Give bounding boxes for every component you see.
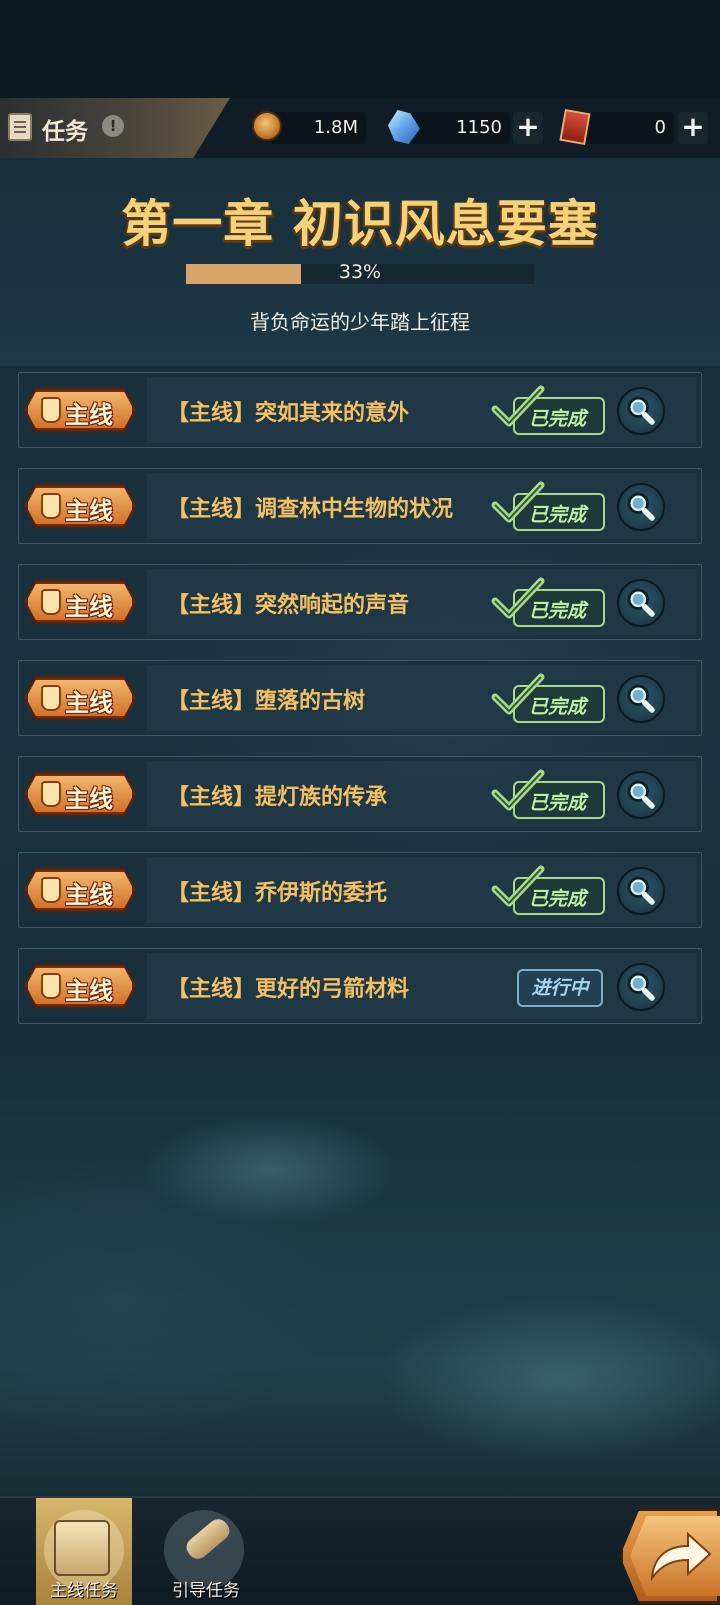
badge-label: 主线 xyxy=(65,593,113,621)
lantern-emblem-icon xyxy=(41,589,61,615)
crystal-counter: 1150 xyxy=(408,112,510,144)
search-icon xyxy=(627,876,655,905)
search-icon xyxy=(627,588,655,617)
lantern-emblem-icon xyxy=(41,877,61,903)
quest-name: 【主线】乔伊斯的委托 xyxy=(167,881,388,906)
status-label: 已完成 xyxy=(529,504,587,526)
status-in-progress: 进行中 xyxy=(517,969,603,1007)
quest-name: 【主线】调查林中生物的状况 xyxy=(167,497,454,522)
add-ticket-button[interactable]: + xyxy=(678,112,708,144)
status-label: 已完成 xyxy=(529,600,587,622)
search-button[interactable] xyxy=(617,387,665,435)
coin-icon xyxy=(252,111,282,141)
search-button[interactable] xyxy=(617,867,665,915)
badge-label: 主线 xyxy=(65,785,113,813)
status-completed: 已完成 xyxy=(491,385,607,435)
chapter-header: 第一章 初识风息要塞 33% 背负命运的少年踏上征程 xyxy=(0,158,720,366)
quest-row[interactable]: 主线 【主线】更好的弓箭材料 进行中 xyxy=(18,948,702,1024)
search-icon xyxy=(627,972,655,1001)
tab-label: 主线任务 xyxy=(50,1581,118,1601)
badge-label: 主线 xyxy=(65,689,113,717)
status-label: 已完成 xyxy=(529,792,587,814)
quest-row[interactable]: 主线 【主线】突如其来的意外 已完成 xyxy=(18,372,702,448)
quest-name: 【主线】堕落的古树 xyxy=(167,689,366,714)
lantern-emblem-icon xyxy=(41,685,61,711)
search-icon xyxy=(627,684,655,713)
lantern-emblem-icon xyxy=(41,973,61,999)
lantern-emblem-icon xyxy=(41,397,61,423)
search-icon xyxy=(627,492,655,521)
quest-name: 【主线】更好的弓箭材料 xyxy=(167,977,410,1002)
scroll-icon xyxy=(54,1520,110,1576)
badge-label: 主线 xyxy=(65,881,113,909)
badge-label: 主线 xyxy=(65,497,113,525)
ticket-counter: 0 xyxy=(580,112,674,144)
top-bar: 任务 ! 1.8M 1150 + 0 + xyxy=(0,98,720,158)
quest-name: 【主线】提灯族的传承 xyxy=(167,785,388,810)
tab-main-quests[interactable]: 主线任务 xyxy=(36,1498,132,1605)
coin-value: 1.8M xyxy=(313,117,358,138)
badge-label: 主线 xyxy=(65,401,113,429)
search-icon xyxy=(627,396,655,425)
search-button[interactable] xyxy=(617,483,665,531)
search-button[interactable] xyxy=(617,675,665,723)
chapter-title: 第一章 初识风息要塞 xyxy=(121,195,599,253)
status-completed: 已完成 xyxy=(491,769,607,819)
info-icon[interactable]: ! xyxy=(102,115,124,137)
search-button[interactable] xyxy=(617,579,665,627)
status-completed: 已完成 xyxy=(491,481,607,531)
bottom-tab-bar: 主线任务 引导任务 xyxy=(0,1496,720,1605)
ticket-icon xyxy=(559,108,591,146)
status-label: 已完成 xyxy=(529,696,587,718)
ticket-value: 0 xyxy=(654,117,666,138)
lantern-emblem-icon xyxy=(41,781,61,807)
search-button[interactable] xyxy=(617,963,665,1011)
next-button-face[interactable] xyxy=(630,1516,720,1596)
status-label: 已完成 xyxy=(529,408,587,430)
quest-log-icon xyxy=(8,113,32,141)
chapter-subtitle: 背负命运的少年踏上征程 xyxy=(250,310,470,334)
status-completed: 已完成 xyxy=(491,673,607,723)
badge-label: 主线 xyxy=(65,977,113,1005)
search-icon xyxy=(627,780,655,809)
crystal-value: 1150 xyxy=(456,117,502,138)
page-title: 任务 xyxy=(42,119,88,145)
status-completed: 已完成 xyxy=(491,577,607,627)
tab-guide-quests[interactable]: 引导任务 xyxy=(156,1498,256,1605)
quest-row[interactable]: 主线 【主线】乔伊斯的委托 已完成 xyxy=(18,852,702,928)
quest-name: 【主线】突然响起的声音 xyxy=(167,593,410,618)
lantern-emblem-icon xyxy=(41,493,61,519)
quest-row[interactable]: 主线 【主线】突然响起的声音 已完成 xyxy=(18,564,702,640)
coin-counter: 1.8M xyxy=(270,112,366,144)
tab-label: 引导任务 xyxy=(172,1581,240,1601)
arrow-forward-icon xyxy=(650,1531,712,1582)
status-bar xyxy=(0,0,720,98)
search-button[interactable] xyxy=(617,771,665,819)
title-tab: 任务 ! xyxy=(0,98,230,158)
status-label: 已完成 xyxy=(529,888,587,910)
quest-row[interactable]: 主线 【主线】调查林中生物的状况 已完成 xyxy=(18,468,702,544)
chapter-progress-text: 33% xyxy=(338,261,382,283)
quest-name: 【主线】突如其来的意外 xyxy=(167,401,410,426)
quest-row[interactable]: 主线 【主线】堕落的古树 已完成 xyxy=(18,660,702,736)
add-crystal-button[interactable]: + xyxy=(513,112,543,144)
quest-row[interactable]: 主线 【主线】提灯族的传承 已完成 xyxy=(18,756,702,832)
status-completed: 已完成 xyxy=(491,865,607,915)
